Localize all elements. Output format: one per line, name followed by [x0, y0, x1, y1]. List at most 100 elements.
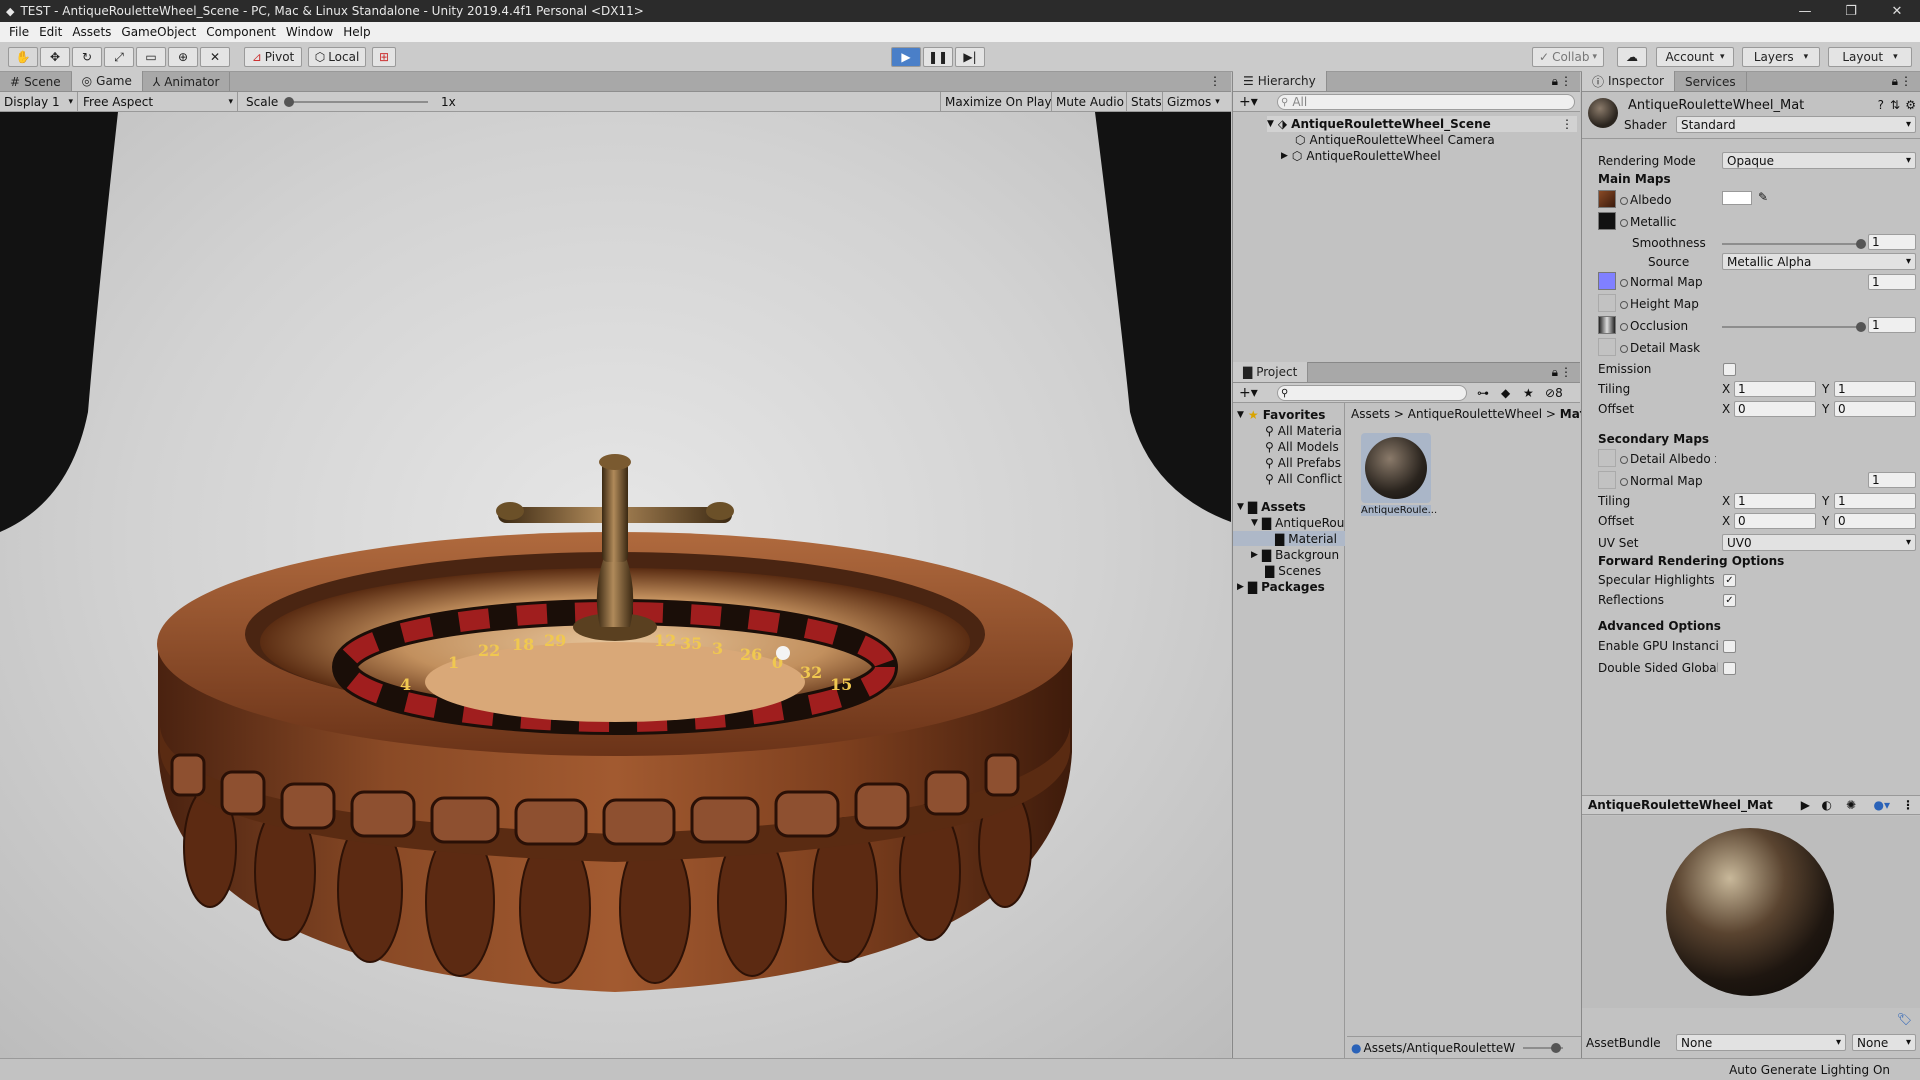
- search-by-label-icon[interactable]: ◆: [1501, 386, 1510, 400]
- occlusion-slider-knob[interactable]: [1856, 322, 1866, 332]
- hierarchy-item-wheel[interactable]: ▶ ⬡ AntiqueRouletteWheel: [1281, 148, 1441, 164]
- hierarchy-search-input[interactable]: ⚲ All: [1277, 94, 1575, 110]
- albedo-color-swatch[interactable]: [1722, 191, 1752, 205]
- folder-antiqueroulette[interactable]: ▼ ▇ AntiqueRou: [1251, 515, 1345, 530]
- metallic-texture-slot[interactable]: [1598, 212, 1616, 230]
- cloud-button[interactable]: ☁: [1617, 47, 1647, 67]
- secondary-normal-texture-slot[interactable]: [1598, 471, 1616, 489]
- smoothness-slider-knob[interactable]: [1856, 239, 1866, 249]
- occlusion-slider-track[interactable]: [1722, 326, 1862, 328]
- tab-game[interactable]: ◎ Game: [71, 71, 143, 91]
- layers-dropdown[interactable]: Layers ▾: [1742, 47, 1820, 67]
- search-by-type-icon[interactable]: ⊶: [1477, 386, 1489, 400]
- gear-icon[interactable]: ⚙: [1905, 98, 1916, 112]
- display-dropdown[interactable]: Display 1 ▾: [0, 91, 78, 112]
- panel-menu-icon[interactable]: ⋮: [1209, 74, 1221, 88]
- preview-mesh-dropdown-icon[interactable]: ●▾: [1874, 798, 1891, 812]
- panel-menu-icon[interactable]: ⋮: [1900, 74, 1912, 88]
- create-add-icon[interactable]: +▾: [1239, 385, 1258, 401]
- rect-tool-button[interactable]: ▭: [136, 47, 166, 67]
- grid-snap-button[interactable]: ⊞: [372, 47, 396, 67]
- lock-icon[interactable]: 🔒︎: [1552, 365, 1558, 380]
- gpu-instancing-checkbox[interactable]: [1723, 640, 1736, 653]
- sphere-mesh-icon[interactable]: ◐: [1822, 798, 1832, 812]
- light-toggle-icon[interactable]: ✺: [1846, 798, 1856, 812]
- assetbundle-variant-dropdown[interactable]: None: [1852, 1034, 1916, 1051]
- smoothness-field[interactable]: 1: [1868, 234, 1916, 250]
- hand-tool-button[interactable]: ✋: [8, 47, 38, 67]
- uv-set-dropdown[interactable]: UV0: [1722, 534, 1916, 551]
- tab-hierarchy[interactable]: ☰ Hierarchy: [1233, 71, 1327, 91]
- source-dropdown[interactable]: Metallic Alpha: [1722, 253, 1916, 270]
- folder-scenes[interactable]: ▇ Scenes: [1265, 563, 1345, 578]
- menu-component[interactable]: Component: [201, 25, 281, 39]
- double-sided-checkbox[interactable]: [1723, 662, 1736, 675]
- occlusion-field[interactable]: 1: [1868, 317, 1916, 333]
- maximize-on-play-toggle[interactable]: Maximize On Play: [940, 91, 1056, 112]
- panel-menu-icon[interactable]: ⋮: [1560, 74, 1572, 88]
- tiling-x-field[interactable]: 1: [1734, 381, 1816, 397]
- tab-animator[interactable]: ⅄ Animator: [143, 72, 231, 91]
- layout-dropdown[interactable]: Layout ▾: [1828, 47, 1912, 67]
- detail-albedo-texture-slot[interactable]: [1598, 449, 1616, 467]
- icon-size-slider-knob[interactable]: [1551, 1042, 1562, 1053]
- folder-material[interactable]: ▇ Material: [1233, 531, 1345, 546]
- specular-checkbox[interactable]: ✓: [1723, 574, 1736, 587]
- row-menu-icon[interactable]: ⋮: [1561, 117, 1573, 131]
- sec-tiling-y-field[interactable]: 1: [1834, 493, 1916, 509]
- tab-inspector[interactable]: ⓘ Inspector: [1582, 71, 1675, 91]
- menu-edit[interactable]: Edit: [34, 25, 67, 39]
- close-button[interactable]: ✕: [1874, 0, 1920, 22]
- smoothness-slider-track[interactable]: [1722, 243, 1862, 245]
- normal-scale-field[interactable]: 1: [1868, 274, 1916, 290]
- packages-node[interactable]: ▶ ▇ Packages: [1237, 579, 1325, 594]
- custom-tool-button[interactable]: ✕: [200, 47, 230, 67]
- fav-item[interactable]: ⚲ All Prefabs: [1265, 455, 1345, 470]
- asset-material-thumb[interactable]: AntiqueRoule...: [1361, 433, 1437, 523]
- fav-item[interactable]: ⚲ All Conflict: [1265, 471, 1345, 486]
- lock-icon[interactable]: 🔒︎: [1892, 74, 1898, 89]
- maximize-button[interactable]: ❐: [1828, 0, 1874, 22]
- folder-background[interactable]: ▶ ▇ Backgroun: [1251, 547, 1345, 562]
- secondary-normal-field[interactable]: 1: [1868, 472, 1916, 488]
- menu-gameobject[interactable]: GameObject: [116, 25, 201, 39]
- scale-slider-track[interactable]: [290, 101, 428, 103]
- emission-checkbox[interactable]: [1723, 363, 1736, 376]
- favorite-star-icon[interactable]: ★: [1523, 386, 1534, 400]
- shader-dropdown[interactable]: Standard: [1676, 116, 1916, 133]
- local-toggle[interactable]: ⬡ Local: [308, 47, 366, 67]
- height-map-texture-slot[interactable]: [1598, 294, 1616, 312]
- breadcrumb-current[interactable]: Mater: [1560, 407, 1581, 421]
- help-icon[interactable]: ?: [1878, 98, 1884, 112]
- minimize-button[interactable]: —: [1782, 0, 1828, 22]
- menu-assets[interactable]: Assets: [67, 25, 116, 39]
- assets-node[interactable]: ▼ ▇ Assets: [1237, 499, 1306, 514]
- sec-offset-x-field[interactable]: 0: [1734, 513, 1816, 529]
- move-tool-button[interactable]: ✥: [40, 47, 70, 67]
- offset-y-field[interactable]: 0: [1834, 401, 1916, 417]
- account-dropdown[interactable]: Account ▾: [1656, 47, 1734, 67]
- scale-tool-button[interactable]: ⤢: [104, 47, 134, 67]
- preset-icon[interactable]: ⇅: [1890, 98, 1900, 112]
- menu-file[interactable]: File: [4, 25, 34, 39]
- sec-offset-y-field[interactable]: 0: [1834, 513, 1916, 529]
- detail-mask-texture-slot[interactable]: [1598, 338, 1616, 356]
- menu-window[interactable]: Window: [281, 25, 338, 39]
- breadcrumb-folder[interactable]: AntiqueRouletteWheel: [1408, 407, 1542, 421]
- game-viewport[interactable]: 4 1 22 18 29 12 35 3 26 0 32 15: [0, 112, 1231, 1058]
- mute-audio-toggle[interactable]: Mute Audio: [1051, 91, 1128, 112]
- tiling-y-field[interactable]: 1: [1834, 381, 1916, 397]
- reflections-checkbox[interactable]: ✓: [1723, 594, 1736, 607]
- sec-tiling-x-field[interactable]: 1: [1734, 493, 1816, 509]
- material-preview-area[interactable]: [1582, 816, 1920, 1008]
- play-button[interactable]: ▶: [891, 47, 921, 67]
- rendering-mode-dropdown[interactable]: Opaque: [1722, 152, 1916, 169]
- albedo-texture-slot[interactable]: [1598, 190, 1616, 208]
- play-preview-icon[interactable]: ▶: [1801, 798, 1810, 812]
- eyedropper-icon[interactable]: ✎: [1758, 190, 1768, 204]
- scale-slider-knob[interactable]: [284, 97, 294, 107]
- offset-x-field[interactable]: 0: [1734, 401, 1816, 417]
- rotate-tool-button[interactable]: ↻: [72, 47, 102, 67]
- favorites-node[interactable]: ▼ ★ Favorites: [1237, 407, 1325, 422]
- breadcrumb-assets[interactable]: Assets: [1351, 407, 1390, 421]
